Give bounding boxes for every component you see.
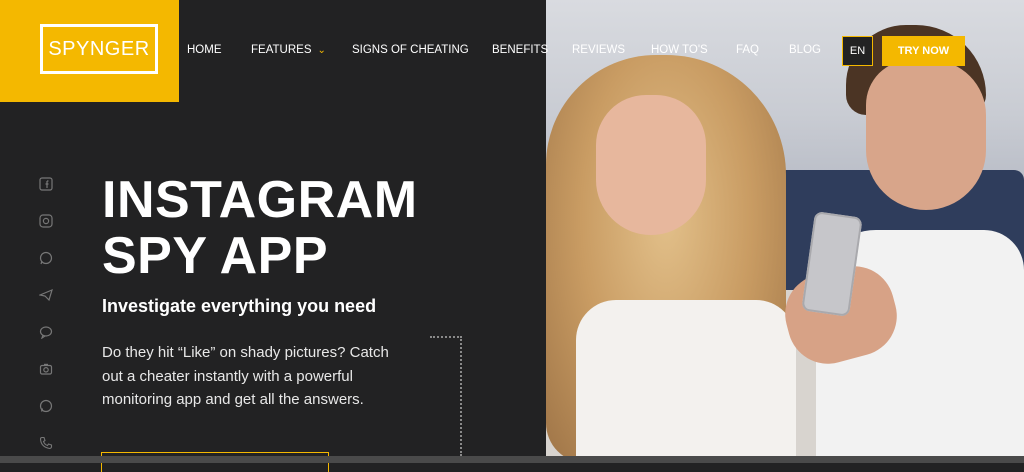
hero-photo	[546, 0, 1024, 463]
facebook-icon[interactable]	[38, 176, 54, 192]
language-selector[interactable]: EN	[842, 36, 873, 66]
message-icon[interactable]	[38, 398, 54, 414]
logo-container[interactable]: SPYNGER	[0, 0, 179, 102]
instagram-icon[interactable]	[38, 213, 54, 229]
hero-description: Do they hit “Like” on shady pictures? Ca…	[102, 344, 389, 408]
nav-blog[interactable]: BLOG	[789, 44, 821, 56]
nav-how-tos[interactable]: HOW TO'S	[651, 44, 708, 56]
nav-signs-of-cheating[interactable]: SIGNS OF CHEATING	[352, 44, 469, 56]
hero-title-line1: INSTAGRAM	[102, 171, 418, 229]
phone-icon[interactable]	[38, 435, 54, 451]
camera-icon[interactable]	[38, 361, 54, 377]
telegram-icon[interactable]	[38, 287, 54, 303]
logo[interactable]: SPYNGER	[40, 24, 158, 74]
hero-title-line2: SPY APP	[102, 227, 329, 285]
bottom-scrollbar[interactable]	[0, 456, 1024, 463]
dotted-decoration	[430, 336, 462, 456]
nav-reviews[interactable]: REVIEWS	[572, 44, 625, 56]
photo-woman-face	[596, 95, 706, 235]
photo-woman-top	[576, 300, 796, 463]
nav-faq[interactable]: FAQ	[736, 44, 759, 56]
nav-home[interactable]: HOME	[187, 44, 222, 56]
chevron-down-icon: ⌄	[317, 45, 326, 56]
photo-man-face	[866, 60, 986, 210]
nav-benefits[interactable]: BENEFITS	[492, 44, 548, 56]
nav-features-label: FEATURES	[251, 44, 312, 56]
hero-subtitle: Investigate everything you need	[102, 296, 377, 316]
hero-title: INSTAGRAM SPY APP	[102, 172, 442, 284]
chat-icon[interactable]	[38, 324, 54, 340]
nav-features[interactable]: FEATURES ⌄	[251, 44, 326, 56]
try-now-button[interactable]: TRY NOW	[882, 36, 965, 66]
whatsapp-icon[interactable]	[38, 250, 54, 266]
